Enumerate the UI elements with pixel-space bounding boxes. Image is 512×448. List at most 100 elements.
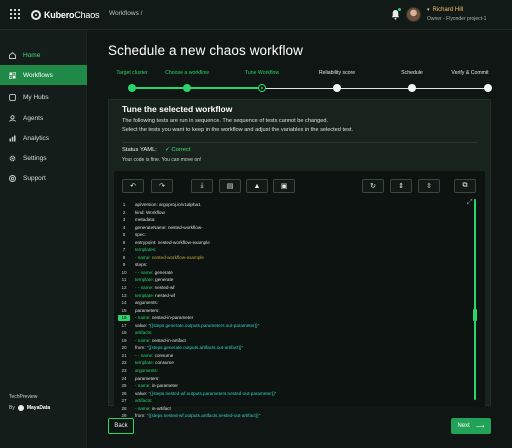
code-line[interactable]: 9 steps:: [118, 261, 478, 269]
notification-dot: [398, 8, 401, 11]
sidebar-item-home[interactable]: Home: [0, 45, 87, 65]
line-number: 15: [121, 307, 127, 313]
line-number: 10: [121, 269, 127, 275]
warning-button[interactable]: ▲: [246, 179, 268, 193]
copy-button[interactable]: ▤: [219, 179, 241, 193]
support-icon: [9, 174, 16, 182]
step-dot-schedule: [408, 84, 416, 92]
code-line[interactable]: 21 - - name: consume: [118, 352, 478, 360]
redo-button[interactable]: ↷: [151, 179, 173, 193]
refresh-icon: ↻: [370, 183, 376, 190]
breadcrumb[interactable]: Workflows /: [109, 10, 142, 17]
avatar[interactable]: [406, 7, 421, 22]
code-token: entrypoint: nested-workflow-example: [135, 239, 210, 245]
code-line[interactable]: 20 from: "{{steps.generate.outputs.artif…: [118, 344, 478, 352]
sidebar-item-my-hubs[interactable]: My Hubs: [0, 87, 87, 107]
code-line[interactable]: 14 arguments:: [118, 299, 478, 307]
step-dot-tune-workflow[interactable]: [258, 84, 266, 92]
code-line[interactable]: 3 metadata:: [118, 216, 478, 224]
code-line[interactable]: 1 apiVersion: argoproj.io/v1alpha1: [118, 201, 478, 209]
code-text: spec:: [135, 231, 146, 239]
editor-scrollbar-thumb[interactable]: [473, 309, 477, 321]
gear-icon: [9, 155, 16, 161]
code-line[interactable]: 28 - name: in-artifact: [118, 405, 478, 413]
code-area[interactable]: 1 apiVersion: argoproj.io/v1alpha1 2 kind: …: [118, 201, 478, 420]
code-line[interactable]: 19 - name: nested-in-artifact: [118, 337, 478, 345]
code-line[interactable]: 29 from: "{{steps.nested-wf.outputs.arti…: [118, 412, 478, 420]
panel-description-line-1: The following tests are run in sequence.…: [122, 118, 329, 124]
expand-all-button[interactable]: ⇕: [390, 179, 412, 193]
line-number: 26: [121, 390, 127, 396]
sidebar-item-label: Settings: [23, 154, 47, 162]
code-token: value:: [135, 322, 149, 328]
back-button[interactable]: Back: [108, 418, 134, 434]
code-token: - name:: [135, 254, 152, 260]
code-text: parameters:: [135, 375, 160, 383]
code-token: spec:: [135, 232, 146, 238]
code-line[interactable]: 16 - name: nested-in-parameter: [118, 314, 478, 322]
by-label: By: [9, 405, 15, 411]
step-dot-target-cluster[interactable]: [128, 84, 136, 92]
app-grid-icon[interactable]: [10, 9, 20, 19]
sidebar-item-workflows[interactable]: Workflows: [0, 65, 87, 85]
sidebar-item-settings[interactable]: Settings: [0, 148, 87, 168]
next-button[interactable]: Next ⟶: [451, 418, 491, 434]
code-token: artifacts:: [135, 398, 153, 404]
line-number: 12: [121, 285, 127, 291]
fullscreen-button[interactable]: ⧉: [454, 179, 476, 193]
code-line[interactable]: 26 value: "{{steps.nested-wf.outputs.par…: [118, 390, 478, 398]
code-line[interactable]: 12 - - name: nested-wf: [118, 284, 478, 292]
sidebar-item-support[interactable]: Support: [0, 168, 87, 188]
code-line[interactable]: 17 value: "{{steps.generate.outputs.para…: [118, 322, 478, 330]
status-yaml-label: Status YAML:: [122, 147, 157, 153]
stepper-remaining-line: [262, 87, 490, 89]
code-token: generate: [155, 277, 174, 283]
refresh-button[interactable]: ↻: [362, 179, 384, 193]
step-label-reliability-score: Reliability score: [318, 70, 356, 76]
line-number: 18: [121, 330, 127, 336]
line-number: 9: [122, 262, 126, 268]
download-button[interactable]: ⤓: [191, 179, 213, 193]
user-menu[interactable]: ▾ Richard Hill: [427, 7, 463, 13]
status-message: Your code is fine. You can move on!: [122, 157, 202, 163]
code-line[interactable]: 10 - - name: generate: [118, 269, 478, 277]
code-line[interactable]: 18 artifacts:: [118, 329, 478, 337]
select-all-button[interactable]: ▣: [273, 179, 295, 193]
code-line[interactable]: 13 template: nested-wf: [118, 292, 478, 300]
code-line[interactable]: 25 - name: in-parameter: [118, 382, 478, 390]
code-text: artifacts:: [135, 329, 152, 337]
code-line[interactable]: 11 template: generate: [118, 276, 478, 284]
code-line[interactable]: 2 kind: Workflow: [118, 209, 478, 217]
code-line[interactable]: 6 entrypoint: nested-workflow-example: [118, 239, 478, 247]
app-logo[interactable]: KuberoChaos: [31, 8, 100, 22]
line-number: 23: [121, 368, 127, 374]
line-number: 13: [121, 292, 127, 298]
panel-title: Tune the selected workflow: [122, 104, 233, 114]
code-token: - - name:: [135, 285, 155, 291]
code-text: entrypoint: nested-workflow-example: [135, 239, 210, 247]
undo-button[interactable]: ↶: [122, 179, 144, 193]
code-token: generate: [154, 269, 173, 275]
code-line[interactable]: 4 generateName: nested-workflow-: [118, 224, 478, 232]
editor-scrollbar-track[interactable]: [474, 199, 476, 400]
top-bar: KuberoChaos Workflows / ▾ Richard Hill O…: [0, 0, 512, 30]
code-line[interactable]: 23 arguments:: [118, 367, 478, 375]
line-number: 4: [122, 224, 126, 230]
code-line[interactable]: 22 template: consume: [118, 359, 478, 367]
code-line[interactable]: 5 spec:: [118, 231, 478, 239]
sidebar-item-agents[interactable]: Agents: [0, 108, 87, 128]
sidebar-item-analytics[interactable]: Analytics: [0, 128, 87, 148]
collapse-all-button[interactable]: ⇳: [418, 179, 440, 193]
code-line[interactable]: 8 - name: nested-workflow-example: [118, 254, 478, 262]
code-line[interactable]: 15 parameters:: [118, 307, 478, 315]
code-line[interactable]: 27 artifacts:: [118, 397, 478, 405]
code-token: artifacts:: [135, 330, 153, 336]
step-dot-choose-workflow[interactable]: [183, 84, 191, 92]
code-line[interactable]: 7 templates:: [118, 246, 478, 254]
select-all-icon: ▣: [280, 183, 288, 190]
code-text: template: generate: [135, 276, 173, 284]
code-line[interactable]: 24 parameters:: [118, 375, 478, 383]
step-dot-verify-commit: [484, 84, 492, 92]
code-text: template: consume: [135, 359, 174, 367]
code-text: - - name: nested-wf: [135, 284, 175, 292]
